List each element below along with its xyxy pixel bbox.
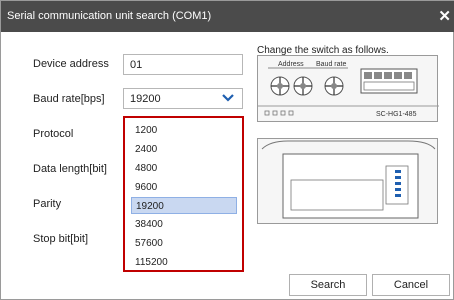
baud-option-19200[interactable]: 19200 (131, 197, 237, 214)
model-label: SC-HG1-485 (376, 111, 417, 118)
baud-rate-label: Baud rate[bps] (33, 93, 105, 105)
baud-option-1200[interactable]: 1200 (131, 122, 237, 139)
cancel-button-label: Cancel (393, 279, 429, 291)
close-icon[interactable]: ✕ (438, 7, 451, 25)
device-body-graphic (261, 140, 436, 219)
dialog-window: Serial communication unit search (COM1) … (0, 0, 454, 300)
baud-option-57600[interactable]: 57600 (131, 235, 237, 252)
device-address-input[interactable]: 01 (123, 54, 243, 75)
baud-rate-dropdown-list: 1200 2400 4800 9600 19200 38400 57600 11… (123, 116, 244, 272)
search-button[interactable]: Search (289, 274, 367, 296)
device-body-diagram (257, 138, 438, 224)
title-bar: Serial communication unit search (COM1) … (1, 1, 454, 32)
baud-option-2400[interactable]: 2400 (131, 141, 237, 158)
baud-option-38400[interactable]: 38400 (131, 216, 237, 233)
search-button-label: Search (310, 279, 346, 291)
parity-label: Parity (33, 198, 62, 210)
device-switch-diagram: Address Baud rate SC-HG1-485 (257, 55, 439, 122)
address-label: Address (278, 61, 304, 68)
baud-option-9600[interactable]: 9600 (131, 179, 237, 196)
data-length-label: Data length[bit] (33, 163, 107, 175)
cancel-button[interactable]: Cancel (372, 274, 450, 296)
baud-rate-value: 19200 (130, 93, 161, 105)
device-address-label: Device address (33, 58, 109, 70)
switch-diagram-graphic: Address Baud rate SC-HG1-485 (258, 61, 439, 118)
device-address-value: 01 (130, 59, 143, 71)
baud-option-115200[interactable]: 115200 (131, 254, 237, 271)
baud-option-4800[interactable]: 4800 (131, 160, 237, 177)
protocol-label: Protocol (33, 128, 74, 140)
chevron-down-icon (222, 94, 234, 102)
baud-rate-select[interactable]: 19200 (123, 88, 243, 109)
baud-label: Baud rate (316, 61, 346, 68)
window-title: Serial communication unit search (COM1) (7, 10, 212, 22)
stop-bit-label: Stop bit[bit] (33, 233, 89, 245)
